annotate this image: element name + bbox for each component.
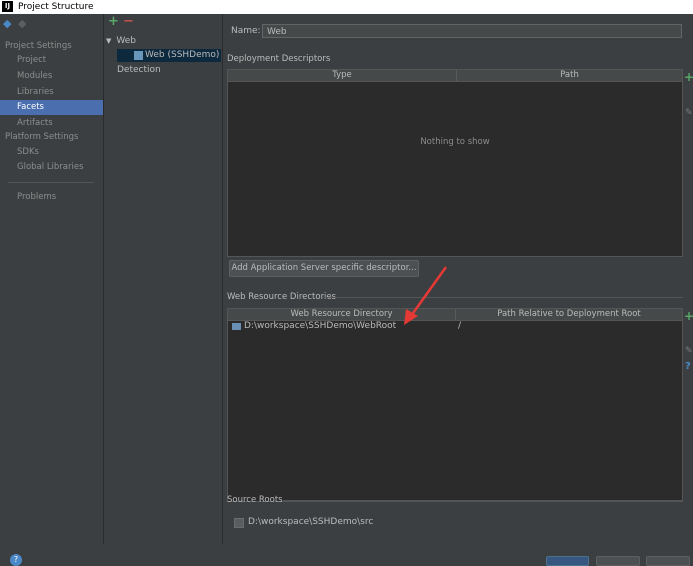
back-arrow-icon[interactable]: ◆ (3, 18, 11, 30)
help-icon[interactable]: ? (685, 362, 691, 372)
folder-icon (232, 323, 241, 330)
collapse-arrow-icon[interactable]: ▼ (106, 37, 111, 45)
add-descriptor-icon[interactable]: + (684, 71, 693, 83)
deployment-descriptors-title: Deployment Descriptors (227, 54, 331, 64)
source-roots-title: Source Roots (227, 495, 283, 505)
tree-node-web-label: Web (116, 36, 137, 46)
apply-button[interactable] (646, 556, 690, 566)
nav-item-project[interactable]: Project (0, 53, 103, 68)
nav-item-artifacts[interactable]: Artifacts (0, 116, 103, 131)
web-resource-table[interactable]: Web Resource Directory Path Relative to … (227, 308, 683, 502)
tree-node-detection[interactable]: Detection (117, 64, 161, 77)
name-input[interactable]: Web (262, 24, 682, 38)
window-title: Project Structure (18, 2, 94, 12)
resource-directory-cell: D:\workspace\SSHDemo\WebRoot (244, 321, 397, 331)
cancel-button[interactable] (596, 556, 640, 566)
column-type[interactable]: Type (228, 70, 456, 81)
name-label: Name: (231, 26, 261, 36)
descriptor-tools: + ✎ (684, 71, 693, 131)
table-header: Web Resource Directory Path Relative to … (228, 309, 682, 321)
add-server-descriptor-button[interactable]: Add Application Server specific descript… (229, 260, 419, 277)
deployment-descriptors-table[interactable]: Type Path Nothing to show (227, 69, 683, 257)
column-web-resource-directory[interactable]: Web Resource Directory (228, 309, 455, 320)
facet-tree-panel: + − ▼ Web Web (SSHDemo) Detection (104, 14, 223, 544)
table-row[interactable]: D:\workspace\SSHDemo\WebRoot / (228, 321, 682, 332)
web-resource-directories-title: Web Resource Directories (227, 292, 337, 302)
add-resource-icon[interactable]: + (684, 310, 693, 322)
facet-details-panel: Name: Web Deployment Descriptors Type Pa… (223, 14, 693, 544)
edit-resource-icon[interactable]: ✎ (685, 346, 693, 356)
remove-facet-icon[interactable]: − (123, 15, 134, 29)
section-divider (323, 297, 683, 298)
edit-descriptor-icon[interactable]: ✎ (685, 108, 693, 118)
resource-tools: + ✎ ? (684, 310, 693, 380)
title-bar: IJ Project Structure (0, 0, 693, 14)
nav-header-platform-settings: Platform Settings (5, 132, 79, 142)
nav-header-project-settings: Project Settings (5, 41, 72, 51)
column-path[interactable]: Path (457, 70, 682, 81)
nav-item-libraries[interactable]: Libraries (0, 85, 103, 100)
tree-node-web-sshdemo-label: Web (SSHDemo) (145, 50, 220, 60)
nav-item-global-libraries[interactable]: Global Libraries (0, 160, 103, 175)
nav-item-sdks[interactable]: SDKs (0, 145, 103, 160)
help-button-icon[interactable]: ? (10, 554, 22, 566)
relative-path-cell: / (458, 321, 462, 331)
table-header: Type Path (228, 70, 682, 82)
dialog-button-bar: ? (0, 544, 693, 566)
nav-divider (8, 182, 94, 183)
web-facet-icon (134, 51, 143, 60)
column-path-relative[interactable]: Path Relative to Deployment Root (456, 309, 682, 320)
tree-node-web-sshdemo[interactable]: Web (SSHDemo) (117, 49, 221, 62)
section-divider (283, 500, 683, 501)
empty-state-text: Nothing to show (420, 137, 490, 147)
intellij-icon: IJ (2, 1, 13, 12)
add-facet-icon[interactable]: + (108, 15, 119, 29)
settings-nav: ◆ ◆ Project Settings Project Modules Lib… (0, 14, 104, 544)
tree-node-web[interactable]: ▼ Web (106, 35, 136, 48)
nav-item-modules[interactable]: Modules (0, 69, 103, 84)
nav-item-problems[interactable]: Problems (0, 190, 103, 205)
ok-button[interactable] (546, 556, 589, 566)
source-root-path: D:\workspace\SSHDemo\src (248, 517, 374, 527)
forward-arrow-icon[interactable]: ◆ (18, 18, 26, 30)
nav-item-facets[interactable]: Facets (0, 100, 103, 115)
source-root-checkbox[interactable] (234, 518, 244, 528)
